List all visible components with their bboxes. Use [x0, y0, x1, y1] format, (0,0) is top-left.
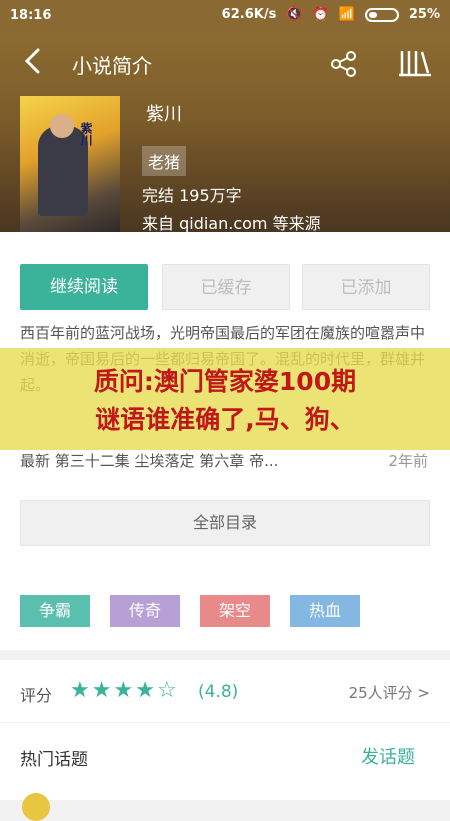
star-icon: ★ — [70, 678, 90, 703]
book-author[interactable]: 老猪 — [142, 146, 187, 176]
avatar[interactable] — [22, 793, 50, 821]
battery-icon — [364, 7, 399, 22]
banner-line-1: 质问:澳门管家婆100期 — [93, 367, 357, 396]
rating-stars: ★ ★ ★ ★ ☆ — [70, 678, 177, 703]
status-time: 18:16 — [10, 8, 52, 23]
overlay-banner[interactable]: 质问:澳门管家婆100期 谜语谁准确了,马、狗、 — [0, 348, 450, 450]
book-source[interactable]: 来自 qidian.com 等来源 — [142, 210, 321, 234]
rating-count[interactable]: 25人评分 > — [349, 682, 430, 703]
tag-list: 争霸 传奇 架空 热血 — [0, 582, 450, 642]
continue-reading-button[interactable]: 继续阅读 — [20, 264, 148, 310]
book-title: 紫川 — [146, 104, 182, 125]
tag-chip[interactable]: 架空 — [200, 595, 270, 627]
post-topic-button[interactable]: 发话题 — [361, 743, 415, 769]
mute-icon: 🔇 — [286, 7, 303, 22]
tag-chip[interactable]: 争霸 — [20, 595, 90, 627]
bookshelf-icon[interactable] — [398, 48, 432, 78]
cover-head — [50, 114, 74, 138]
rating-score: (4.8) — [198, 682, 239, 702]
toolbar: 小说简介 — [0, 32, 450, 94]
back-arrow-icon[interactable] — [22, 46, 52, 80]
wifi-icon: 📶 — [338, 7, 355, 22]
latest-chapter-time: 2年前 — [388, 452, 428, 470]
star-icon: ★ — [135, 678, 155, 703]
book-status: 完结 195万字 — [142, 186, 242, 205]
alarm-icon: ⏰ — [312, 7, 329, 22]
star-icon: ★ — [91, 678, 112, 703]
table-of-contents-button[interactable]: 全部目录 — [20, 500, 430, 546]
tag-chip[interactable]: 热血 — [290, 595, 360, 627]
cached-button[interactable]: 已缓存 — [162, 264, 290, 310]
status-bar: 18:16 62.6K/s 🔇 ⏰ 📶 25% — [0, 0, 450, 32]
hot-topics-section: 热门话题 发话题 — [0, 723, 450, 821]
status-right: 62.6K/s 🔇 ⏰ 📶 25% — [222, 7, 440, 22]
network-speed: 62.6K/s — [221, 7, 277, 22]
hot-topics-label: 热门话题 — [20, 750, 88, 770]
toolbar-title: 小说简介 — [72, 54, 152, 78]
rating-row[interactable]: 评分 ★ ★ ★ ★ ☆ (4.8) 25人评分 > — [0, 660, 450, 723]
book-cover[interactable]: 紫川 — [20, 96, 120, 232]
rating-label: 评分 — [20, 686, 53, 705]
star-icon: ★ — [113, 678, 134, 703]
battery-percent: 25% — [408, 7, 440, 22]
tag-chip[interactable]: 传奇 — [110, 595, 180, 627]
share-icon[interactable] — [330, 50, 358, 78]
added-button[interactable]: 已添加 — [302, 264, 430, 310]
book-header: 小说简介 紫川 紫川 老猪 完结 195万字 来自 qidian.com 等来源 — [0, 32, 450, 234]
cover-title: 紫川 — [79, 122, 93, 146]
latest-chapter[interactable]: 最新 第三十二集 尘埃落定 第六章 帝... — [20, 450, 430, 471]
half-star-icon: ☆ — [156, 678, 177, 703]
banner-line-2: 谜语谁准确了,马、狗、 — [95, 405, 355, 434]
